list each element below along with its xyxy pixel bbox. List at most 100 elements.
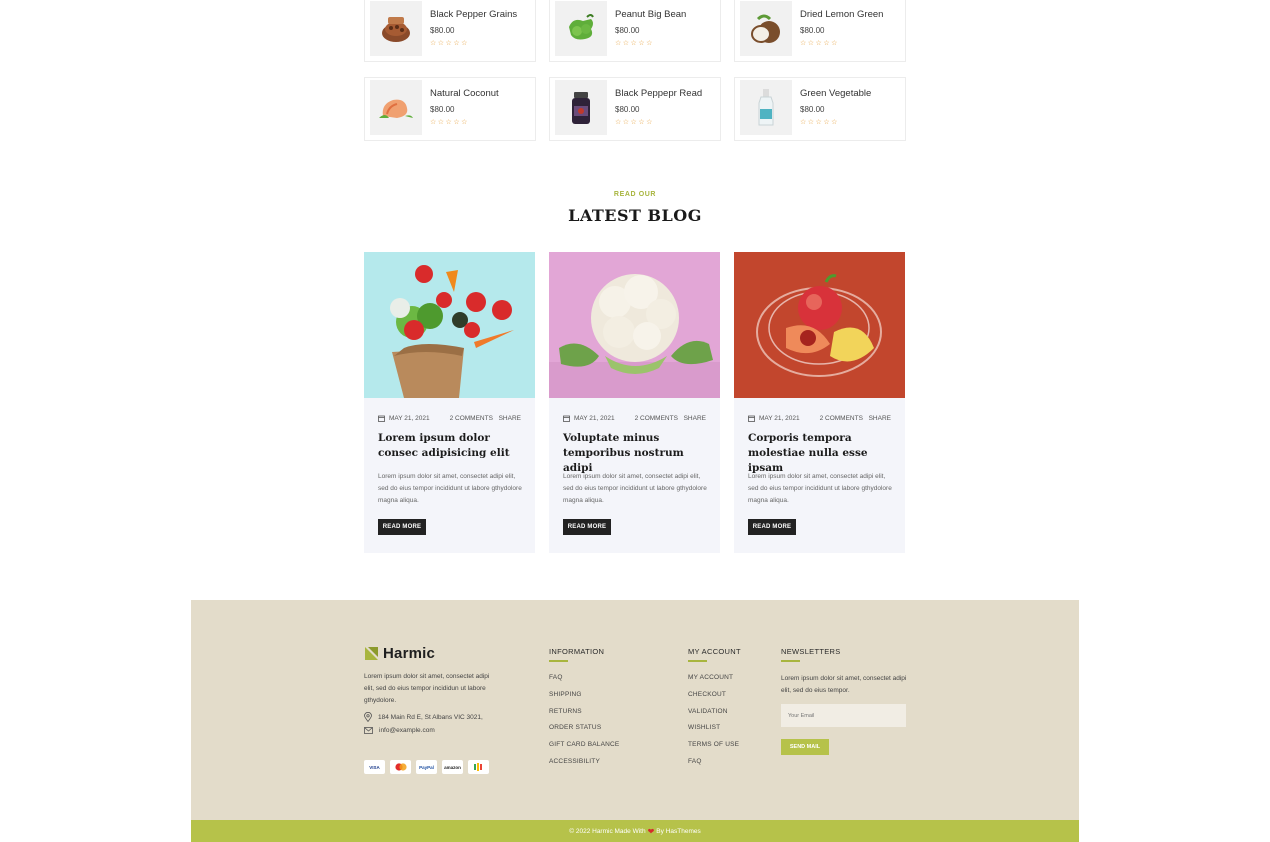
footer-link[interactable]: VALIDATION — [688, 708, 739, 725]
footer-link[interactable]: RETURNS — [549, 708, 619, 725]
footer-link[interactable]: MY ACCOUNT — [688, 674, 739, 691]
product-thumbnail[interactable] — [370, 1, 422, 56]
product-name[interactable]: Peanut Big Bean — [615, 9, 686, 20]
newsletter-email-input[interactable] — [781, 704, 906, 727]
footer-email[interactable]: info@example.com — [364, 727, 435, 734]
footer-link[interactable]: FAQ — [549, 674, 619, 691]
product-card[interactable]: Green Vegetable $80.00 ☆☆☆☆☆ — [734, 77, 906, 141]
post-date: MAY 21, 2021 — [748, 415, 820, 422]
product-card[interactable]: Black Peppepr Read $80.00 ☆☆☆☆☆ — [549, 77, 721, 141]
post-share[interactable]: SHARE — [684, 415, 706, 422]
mastercard-icon — [390, 760, 411, 774]
copyright-credit[interactable]: By HasThemes — [656, 828, 700, 835]
post-comments[interactable]: 2 COMMENTS — [635, 415, 684, 422]
product-card[interactable]: Natural Coconut $80.00 ☆☆☆☆☆ — [364, 77, 536, 141]
shrimp-image — [379, 99, 413, 118]
product-name[interactable]: Black Peppepr Read — [615, 88, 702, 99]
post-share[interactable]: SHARE — [499, 415, 521, 422]
post-title[interactable]: Corporis tempora molestiae nulla esse ip… — [748, 431, 893, 476]
address-text: 184 Main Rd E, St Albans VIC 3021, — [378, 713, 483, 721]
footer: Harmic Lorem ipsum dolor sit amet, conse… — [191, 600, 1079, 820]
leaf-logo-icon — [365, 647, 378, 660]
rating-stars: ☆☆☆☆☆ — [430, 40, 469, 47]
product-thumbnail[interactable] — [555, 80, 607, 135]
coconut-image — [751, 14, 780, 43]
product-price: $80.00 — [800, 105, 825, 114]
information-heading: INFORMATION — [549, 647, 605, 662]
rating-stars: ☆☆☆☆☆ — [615, 40, 654, 47]
blog-image[interactable] — [549, 252, 720, 398]
post-title[interactable]: Lorem ipsum dolor consec adipisicing eli… — [378, 431, 523, 461]
footer-link[interactable]: SHIPPING — [549, 691, 619, 708]
newsletter-text: Lorem ipsum dolor sit amet, consectet ad… — [781, 675, 907, 694]
footer-address: 184 Main Rd E, St Albans VIC 3021, — [364, 712, 483, 722]
product-card[interactable]: Dried Lemon Green $80.00 ☆☆☆☆☆ — [734, 0, 906, 62]
my-account-links: MY ACCOUNT CHECKOUT VALIDATION WISHLIST … — [688, 674, 739, 775]
footer-link[interactable]: TERMS OF USE — [688, 741, 739, 758]
blog-image[interactable] — [734, 252, 905, 398]
product-name[interactable]: Dried Lemon Green — [800, 9, 883, 20]
email-text: info@example.com — [379, 727, 435, 734]
google-pay-icon — [468, 760, 489, 774]
post-comments[interactable]: 2 COMMENTS — [450, 415, 499, 422]
post-date: MAY 21, 2021 — [563, 415, 635, 422]
footer-about: Lorem ipsum dolor sit amet, consectet ad… — [364, 673, 490, 704]
blog-card: MAY 21, 2021 2 COMMENTS SHARE Corporis t… — [734, 252, 905, 553]
mail-icon — [364, 727, 373, 734]
footer-link[interactable]: WISHLIST — [688, 724, 739, 741]
product-card[interactable]: Black Pepper Grains $80.00 ☆☆☆☆☆ — [364, 0, 536, 62]
peanut-bean-image — [569, 13, 594, 39]
product-thumbnail[interactable] — [740, 80, 792, 135]
post-meta: MAY 21, 2021 2 COMMENTS SHARE — [378, 415, 521, 422]
calendar-icon — [563, 415, 570, 422]
post-meta: MAY 21, 2021 2 COMMENTS SHARE — [563, 415, 706, 422]
post-excerpt: Lorem ipsum dolor sit amet, consectet ad… — [748, 473, 892, 504]
footer-brand[interactable]: Harmic — [364, 645, 435, 662]
post-excerpt: Lorem ipsum dolor sit amet, consectet ad… — [378, 473, 522, 504]
newsletter-heading: NEWSLETTERS — [781, 647, 841, 662]
post-meta: MAY 21, 2021 2 COMMENTS SHARE — [748, 415, 891, 422]
footer-link[interactable]: ORDER STATUS — [549, 724, 619, 741]
blog-card: MAY 21, 2021 2 COMMENTS SHARE Lorem ipsu… — [364, 252, 535, 553]
footer-link[interactable]: CHECKOUT — [688, 691, 739, 708]
information-links: FAQ SHIPPING RETURNS ORDER STATUS GIFT C… — [549, 674, 619, 775]
product-thumbnail[interactable] — [370, 80, 422, 135]
calendar-icon — [378, 415, 385, 422]
jar-image — [572, 91, 590, 124]
fruit-splash-image — [734, 252, 905, 398]
bottle-image — [758, 88, 774, 125]
read-more-button[interactable]: READ MORE — [748, 519, 796, 535]
post-comments[interactable]: 2 COMMENTS — [820, 415, 869, 422]
rating-stars: ☆☆☆☆☆ — [430, 119, 469, 126]
product-thumbnail[interactable] — [555, 1, 607, 56]
vegetable-bag-image — [364, 252, 535, 398]
post-date-text: MAY 21, 2021 — [574, 415, 615, 422]
send-mail-button[interactable]: SEND MAIL — [781, 739, 829, 755]
product-price: $80.00 — [430, 26, 455, 35]
read-more-button[interactable]: READ MORE — [563, 519, 611, 535]
heart-icon: ❤ — [647, 826, 655, 836]
post-share[interactable]: SHARE — [869, 415, 891, 422]
product-price: $80.00 — [430, 105, 455, 114]
copyright-bar: © 2022 Harmic Made With ❤ By HasThemes — [191, 820, 1079, 842]
product-card[interactable]: Peanut Big Bean $80.00 ☆☆☆☆☆ — [549, 0, 721, 62]
product-name[interactable]: Black Pepper Grains — [430, 9, 517, 20]
read-more-button[interactable]: READ MORE — [378, 519, 426, 535]
calendar-icon — [748, 415, 755, 422]
footer-link[interactable]: FAQ — [688, 758, 739, 775]
post-title[interactable]: Voluptate minus temporibus nostrum adipi — [563, 431, 708, 476]
section-eyebrow: READ OUR — [613, 191, 657, 198]
rating-stars: ☆☆☆☆☆ — [800, 40, 839, 47]
footer-link[interactable]: ACCESSIBILITY — [549, 758, 619, 775]
brand-name: Harmic — [383, 645, 436, 662]
product-name[interactable]: Green Vegetable — [800, 88, 871, 99]
product-thumbnail[interactable] — [740, 1, 792, 56]
blog-image[interactable] — [364, 252, 535, 398]
footer-link[interactable]: GIFT CARD BALANCE — [549, 741, 619, 758]
product-name[interactable]: Natural Coconut — [430, 88, 499, 99]
amazon-icon: amazon — [442, 760, 463, 774]
mastercard-circles — [394, 763, 407, 771]
product-price: $80.00 — [800, 26, 825, 35]
post-excerpt: Lorem ipsum dolor sit amet, consectet ad… — [563, 473, 707, 504]
post-date-text: MAY 21, 2021 — [389, 415, 430, 422]
